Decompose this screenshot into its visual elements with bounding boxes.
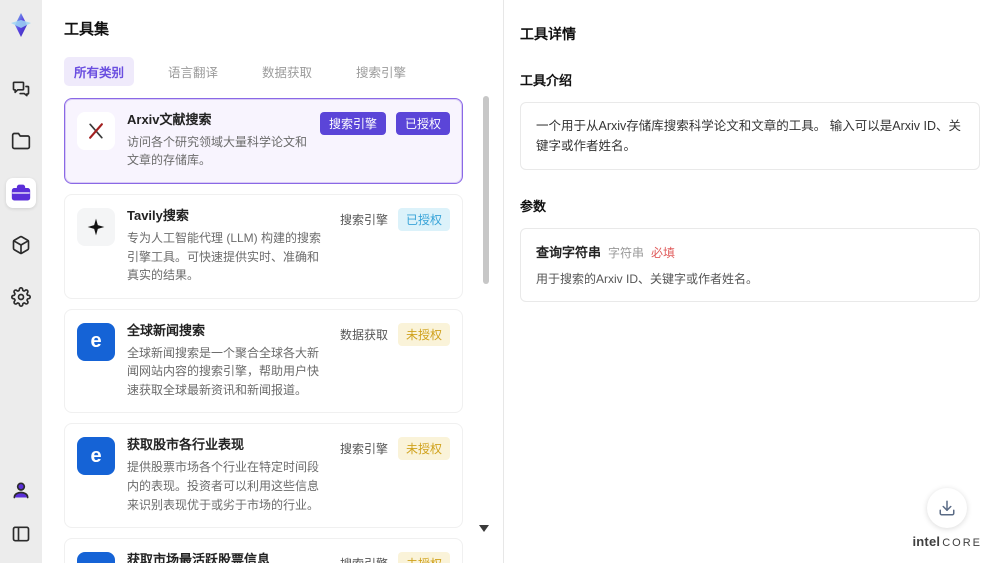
params-heading: 参数 bbox=[520, 199, 547, 214]
parameter-description: 用于搜索的Arxiv ID、关键字或作者姓名。 bbox=[536, 272, 759, 286]
tool-description: 全球新闻搜索是一个聚合全球各大新闻网站内容的搜索引擎，帮助用户快速获取全球最新资… bbox=[127, 345, 320, 397]
corner-widgets: intel CORE bbox=[912, 488, 982, 549]
news-app-icon: e bbox=[77, 552, 115, 563]
arxiv-icon bbox=[77, 112, 115, 150]
rail-item-gear[interactable] bbox=[6, 282, 36, 312]
tool-name: Arxiv文献搜索 bbox=[127, 112, 212, 127]
rail-bottom bbox=[6, 475, 36, 549]
app-window: 工具集 所有类别 语言翻译 数据获取 搜索引擎 Arxiv文献搜索 访问各个研究领域大量… bbox=[0, 0, 1000, 563]
tools-panel: 工具集 所有类别 语言翻译 数据获取 搜索引擎 Arxiv文献搜索 访问各个研究领域大量… bbox=[42, 0, 504, 563]
tool-list: Arxiv文献搜索 访问各个研究领域大量科学论文和文章的存储库。 搜索引擎 已授权 Ta… bbox=[64, 98, 477, 563]
page-title: 工具集 bbox=[64, 21, 110, 38]
parameter-name: 查询字符串 bbox=[536, 245, 602, 260]
rail-item-chat[interactable] bbox=[6, 74, 36, 104]
rail-item-avatar[interactable] bbox=[6, 475, 36, 505]
scrollbar[interactable] bbox=[479, 92, 489, 550]
tool-card[interactable]: Arxiv文献搜索访问各个研究领域大量科学论文和文章的存储库。 搜索引擎 已授权 bbox=[64, 98, 463, 185]
tool-detail-panel: 工具详情 工具介绍 一个用于从Arxiv存储库搜索科学论文和文章的工具。 输入可… bbox=[504, 0, 1000, 563]
scrollbar-thumb[interactable] bbox=[483, 96, 489, 284]
news-app-icon: e bbox=[77, 322, 115, 361]
tool-status-badge: 已授权 bbox=[395, 112, 450, 135]
tool-category-badge: 搜索引擎 bbox=[319, 112, 386, 135]
left-rail bbox=[0, 0, 42, 563]
avatar-icon bbox=[11, 480, 31, 500]
parameter-type: 字符串 bbox=[608, 246, 645, 260]
tool-name: Tavily搜索 bbox=[127, 208, 189, 224]
intro-text: 一个用于从Arxiv存储库搜索科学论文和文章的工具。 输入可以是Arxiv ID… bbox=[536, 119, 962, 153]
news-app-icon: e bbox=[77, 437, 115, 476]
star-icon bbox=[77, 208, 115, 247]
core-logo-text: CORE bbox=[942, 537, 982, 549]
params-box: 查询字符串 字符串 必填用于搜索的Arxiv ID、关键字或作者姓名。 bbox=[520, 228, 980, 302]
gear-icon bbox=[11, 287, 31, 307]
panel-toggle-icon bbox=[11, 524, 31, 544]
rail-nav bbox=[6, 74, 36, 312]
tool-card[interactable]: e 获取股市各行业表现提供股票市场各个行业在特定时间段内的表现。投资者可以利用这些… bbox=[64, 423, 463, 529]
scrollbar-down-arrow[interactable] bbox=[479, 525, 489, 532]
cube-icon bbox=[11, 235, 31, 255]
tool-category-badge: 搜索引擎 bbox=[340, 555, 388, 563]
tool-category-badge: 数据获取 bbox=[339, 327, 388, 342]
tab-3[interactable]: 搜索引擎 bbox=[346, 57, 416, 86]
intro-box: 一个用于从Arxiv存储库搜索科学论文和文章的工具。 输入可以是Arxiv ID… bbox=[520, 102, 980, 170]
rail-item-cube[interactable] bbox=[6, 230, 36, 260]
app-logo-icon[interactable] bbox=[6, 10, 36, 40]
tab-1[interactable]: 语言翻译 bbox=[158, 57, 228, 86]
intro-heading: 工具介绍 bbox=[520, 73, 573, 88]
tool-card[interactable]: Tavily搜索专为人工智能代理 (LLM) 构建的搜索引擎工具。可快速提供实时… bbox=[64, 194, 463, 299]
tab-2[interactable]: 数据获取 bbox=[252, 57, 322, 86]
tool-category-badge: 搜索引擎 bbox=[339, 442, 388, 457]
tool-description: 专为人工智能代理 (LLM) 构建的搜索引擎工具。可快速提供实时、准确和真实的结… bbox=[127, 230, 322, 283]
tool-card[interactable]: e获取市场最活跃股票信息提供当天交易量最高的股票列表，投资者可以利用这些信息来识… bbox=[64, 538, 463, 563]
tool-description: 提供股票市场各个行业在特定时间段内的表现。投资者可以利用这些信息来识别表现优于或… bbox=[127, 460, 320, 512]
parameter-required-badge: 必填 bbox=[651, 246, 676, 260]
download-icon bbox=[939, 500, 955, 516]
rail-item-folder[interactable] bbox=[6, 126, 36, 156]
parameter-row: 查询字符串 字符串 必填用于搜索的Arxiv ID、关键字或作者姓名。 bbox=[536, 242, 964, 288]
detail-title: 工具详情 bbox=[520, 26, 576, 42]
tool-card[interactable]: e 全球新闻搜索全球新闻搜索是一个聚合全球各大新闻网站内容的搜索引擎，帮助用户快速… bbox=[64, 308, 463, 414]
tool-category-badge: 搜索引擎 bbox=[339, 213, 388, 228]
folder-icon bbox=[11, 131, 31, 151]
tool-name: 获取股市各行业表现 bbox=[127, 437, 245, 453]
category-tabs: 所有类别 语言翻译 数据获取 搜索引擎 bbox=[64, 57, 477, 86]
rail-item-panel-toggle[interactable] bbox=[6, 519, 36, 549]
rail-item-toolbox[interactable] bbox=[6, 178, 36, 208]
tool-status-badge: 未授权 bbox=[397, 437, 450, 461]
tab-all-categories[interactable]: 所有类别 bbox=[64, 57, 135, 86]
intel-logo-text: intel bbox=[912, 534, 941, 549]
tool-description: 访问各个研究领域大量科学论文和文章的存储库。 bbox=[127, 134, 308, 168]
tool-status-badge: 已授权 bbox=[397, 208, 450, 232]
intel-core-logo: intel CORE bbox=[912, 534, 982, 549]
toolbox-icon bbox=[11, 183, 31, 203]
tool-status-badge: 未授权 bbox=[397, 322, 450, 346]
tool-name: 全球新闻搜索 bbox=[127, 322, 206, 338]
chat-icon bbox=[11, 79, 31, 99]
tool-status-badge: 未授权 bbox=[397, 552, 450, 563]
download-button[interactable] bbox=[927, 488, 968, 528]
tool-name: 获取市场最活跃股票信息 bbox=[127, 552, 271, 563]
